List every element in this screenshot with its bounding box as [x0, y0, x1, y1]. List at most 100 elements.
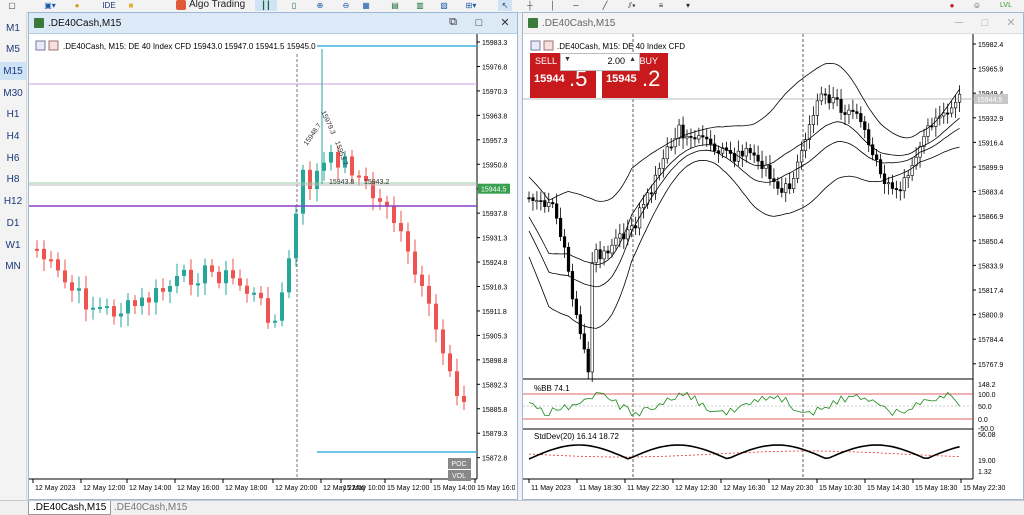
candle-body — [558, 217, 563, 237]
experts-icon[interactable]: ● — [72, 0, 82, 11]
window-title: .DE40Cash,M15 — [48, 17, 122, 29]
candle-body — [748, 148, 752, 154]
price-label: 15767.9 — [978, 362, 1003, 369]
timeframe-h4[interactable]: H4 — [0, 128, 26, 146]
price-label: 15918.3 — [482, 285, 507, 292]
candle-body — [669, 146, 673, 149]
minimize-icon[interactable]: ─ — [953, 16, 965, 29]
cursor-icon[interactable]: ↖ — [498, 0, 512, 11]
candle-body — [851, 109, 855, 112]
candle-body — [562, 236, 567, 248]
candle-body — [946, 112, 950, 115]
fibonacci-icon[interactable]: ≡ — [656, 0, 666, 11]
crosshair-icon[interactable]: ┼ — [525, 0, 535, 11]
window-titlebar[interactable]: .DE40Cash,M15 ⧉ □ ✕ — [29, 13, 517, 34]
trend-line-icon[interactable]: ╱ — [600, 0, 610, 11]
candle-body — [238, 278, 242, 286]
time-label: 12 May 12:30 — [675, 485, 718, 492]
right-chart-canvas[interactable]: 148.2100.050.00.0-50.0 56.0819.001.32 15… — [523, 34, 1021, 497]
timeframe-mn[interactable]: MN — [0, 258, 26, 276]
timeframe-m5[interactable]: M5 — [0, 41, 26, 59]
price-label: 15850.4 — [978, 239, 1003, 246]
candle-body — [950, 107, 954, 114]
user-icon[interactable]: ☺ — [970, 0, 984, 11]
chart-shift-icon[interactable]: ▥ — [414, 0, 426, 11]
close-icon[interactable]: ✕ — [1005, 16, 1017, 29]
candle-body — [119, 313, 123, 317]
timeframe-h8[interactable]: H8 — [0, 171, 26, 189]
tile-windows-icon[interactable]: ▦ — [360, 0, 372, 11]
vertical-line-icon[interactable]: │ — [548, 0, 558, 11]
candle-body — [301, 169, 305, 214]
price-label: 15833.9 — [978, 263, 1003, 270]
candle-body — [867, 129, 871, 146]
note-icon[interactable]: ■ — [126, 0, 136, 11]
candle-body — [259, 292, 263, 299]
chart-window-left[interactable]: .DE40Cash,M15 ⧉ □ ✕ 15983.3 15976.8 15970.… — [28, 12, 518, 500]
channel-icon[interactable]: ⫽▾ — [625, 0, 639, 11]
candle-body — [823, 93, 827, 96]
timeframe-h12[interactable]: H12 — [0, 193, 26, 211]
candle-body — [357, 175, 361, 178]
time-label: 12 May 18:00 — [225, 485, 268, 492]
maximize-icon[interactable]: □ — [979, 16, 991, 29]
candle-body — [147, 297, 151, 303]
timeframe-h6[interactable]: H6 — [0, 149, 26, 167]
chart-window-icon[interactable]: ▣▾ — [40, 0, 60, 11]
price-label: 15911.8 — [482, 309, 507, 316]
window-titlebar[interactable]: .DE40Cash,M15 ─ □ ✕ — [523, 13, 1023, 34]
annotation-h-1: 15943.8 — [329, 179, 354, 186]
timeframe-d1[interactable]: D1 — [0, 214, 26, 232]
candle-body — [84, 288, 88, 310]
zoom-in-icon[interactable]: ⊕ — [314, 0, 326, 11]
candle-body — [839, 99, 843, 113]
shapes-icon[interactable]: ▾ — [682, 0, 694, 11]
candle-body — [273, 320, 277, 323]
candle-body — [744, 148, 748, 157]
auto-scroll-icon[interactable]: ▤ — [388, 0, 402, 11]
maximize-icon[interactable]: □ — [473, 16, 485, 29]
account-icon[interactable]: ● — [945, 0, 959, 11]
poc-label: POC — [451, 461, 466, 468]
lot-decrease-icon[interactable]: ▼ — [564, 56, 571, 63]
lot-size-input[interactable]: ▼ 2.00 ▲ — [560, 53, 640, 71]
timeframe-h1[interactable]: H1 — [0, 106, 26, 124]
ide-button[interactable]: IDE — [102, 0, 116, 11]
time-label: 11 May 22:30 — [627, 485, 669, 492]
price-label: 15885.8 — [482, 407, 507, 414]
bar-chart-icon[interactable]: ┃┃ — [255, 0, 277, 11]
chart-window-right[interactable]: .DE40Cash,M15 ─ □ ✕ 148.2 100.0 50.0 0.0 -50… — [522, 12, 1024, 500]
candle-body — [266, 298, 270, 323]
timeframe-w1[interactable]: W1 — [0, 236, 26, 254]
time-label: 12 May 20:00 — [275, 485, 318, 492]
candle-body — [827, 94, 831, 104]
restore-icon[interactable]: ⧉ — [447, 16, 459, 29]
current-price-label: 15944.5 — [977, 97, 1002, 104]
bb-axis-label: 0.0 — [978, 417, 988, 424]
time-label: 12 May 16:00 — [177, 485, 220, 492]
candle-body — [294, 213, 298, 259]
candle-body — [91, 307, 95, 310]
candle-body — [105, 306, 109, 309]
zoom-out-icon[interactable]: ⊖ — [340, 0, 352, 11]
indicators-icon[interactable]: ▧ — [438, 0, 450, 11]
horizontal-line-icon[interactable]: ─ — [571, 0, 581, 11]
candle-body — [210, 265, 214, 272]
templates-icon[interactable]: ⊞▾ — [464, 0, 478, 11]
one-click-trading-panel: SELL 15944 .5 BUY 15945 .2 ▼ 2.00 ▲ — [530, 53, 668, 98]
candle-body — [406, 231, 410, 252]
left-chart-canvas[interactable]: 15983.3 15976.8 15970.3 15963.8 15957.3 15950… — [29, 34, 515, 497]
timeframe-m15[interactable]: M15 — [0, 62, 26, 81]
timeframe-m30[interactable]: M30 — [0, 84, 26, 102]
chart-tab-2[interactable]: .DE40Cash,M15 — [110, 501, 191, 514]
candle-body — [890, 182, 895, 189]
algo-trading-button[interactable]: Algo Trading — [176, 0, 245, 11]
chart-info-text: .DE40Cash, M15: DE 40 Index CFD 15943.0 … — [63, 42, 316, 51]
new-chart-icon[interactable]: ▢ — [6, 0, 18, 11]
timeframe-m1[interactable]: M1 — [0, 19, 26, 37]
lot-increase-icon[interactable]: ▲ — [629, 56, 636, 63]
vol-label: VOL — [452, 473, 466, 480]
candle-chart-icon[interactable]: ▯ — [288, 0, 300, 11]
close-icon[interactable]: ✕ — [499, 16, 511, 29]
candle-body — [570, 271, 575, 300]
